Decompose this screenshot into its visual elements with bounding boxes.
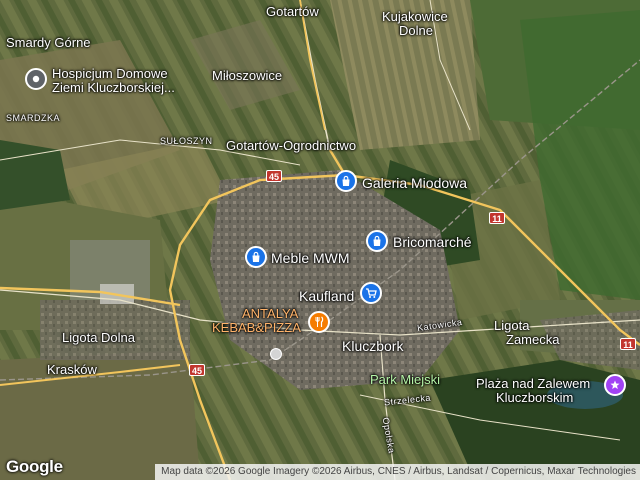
place-label-kraskow: Krasków xyxy=(47,362,97,377)
satellite-map[interactable]: Smardy Górne SMARDZKA SUŁOSZYN Gotartów … xyxy=(0,0,640,480)
google-logo: Google xyxy=(6,457,63,476)
place-label-kujakowice-line2: Dolne xyxy=(399,23,433,38)
map-attribution[interactable]: Map data ©2026 Google Imagery ©2026 Airb… xyxy=(155,464,640,480)
poi-label-antalya-line2: KEBAB&PIZZA xyxy=(212,320,301,335)
shopping-bag-icon xyxy=(335,170,357,192)
train-station-icon[interactable] xyxy=(270,348,282,360)
place-label-gotartow: Gotartów xyxy=(266,4,319,19)
place-label-smardy-gorne: Smardy Górne xyxy=(6,35,91,50)
place-label-gotartow-ogrodnictwo: Gotartów-Ogrodnictwo xyxy=(226,138,357,153)
poi-label-hospicjum-line1: Hospicjum Domowe xyxy=(52,66,168,81)
shopping-bag-icon xyxy=(366,230,388,252)
poi-label-meble: Meble MWM xyxy=(271,250,350,266)
place-label-kujakowice-line1: Kujakowice xyxy=(382,9,448,24)
place-label-miloszowice: Miłoszowice xyxy=(212,68,283,83)
restaurant-icon xyxy=(308,311,330,333)
road-shield-11-south: 11 xyxy=(620,338,636,350)
shopping-bag-icon xyxy=(245,246,267,268)
road-shield-11-east: 11 xyxy=(489,212,505,224)
road-shield-45-north: 45 xyxy=(266,170,283,182)
shopping-cart-icon xyxy=(360,282,382,304)
park-label-park-miejski: Park Miejski xyxy=(370,372,441,387)
road-shield-45-south: 45 xyxy=(189,364,206,376)
poi-label-galeria: Galeria Miodowa xyxy=(362,175,468,191)
poi-label-plaza-line1: Plaża nad Zalewem xyxy=(476,376,591,391)
place-label-smardzka: SMARDZKA xyxy=(6,113,61,123)
place-label-ligota-dolna: Ligota Dolna xyxy=(62,330,135,345)
attraction-icon xyxy=(604,374,626,396)
poi-label-kaufland: Kaufland xyxy=(299,288,355,304)
poi-label-antalya-line1: ANTALYA xyxy=(242,306,299,321)
poi-label-bricomarche: Bricomarché xyxy=(393,234,472,250)
poi-label-plaza-line2: Kluczborskim xyxy=(496,390,574,405)
place-pin-icon xyxy=(25,68,47,90)
place-label-kluczbork: Kluczbork xyxy=(342,338,404,354)
place-label-suloszyn: SUŁOSZYN xyxy=(160,136,213,146)
place-label-ligota-zamecka-line1: Ligota xyxy=(494,318,530,333)
poi-label-hospicjum-line2: Ziemi Kluczborskiej... xyxy=(52,80,175,95)
place-label-ligota-zamecka-line2: Zamecka xyxy=(506,332,560,347)
